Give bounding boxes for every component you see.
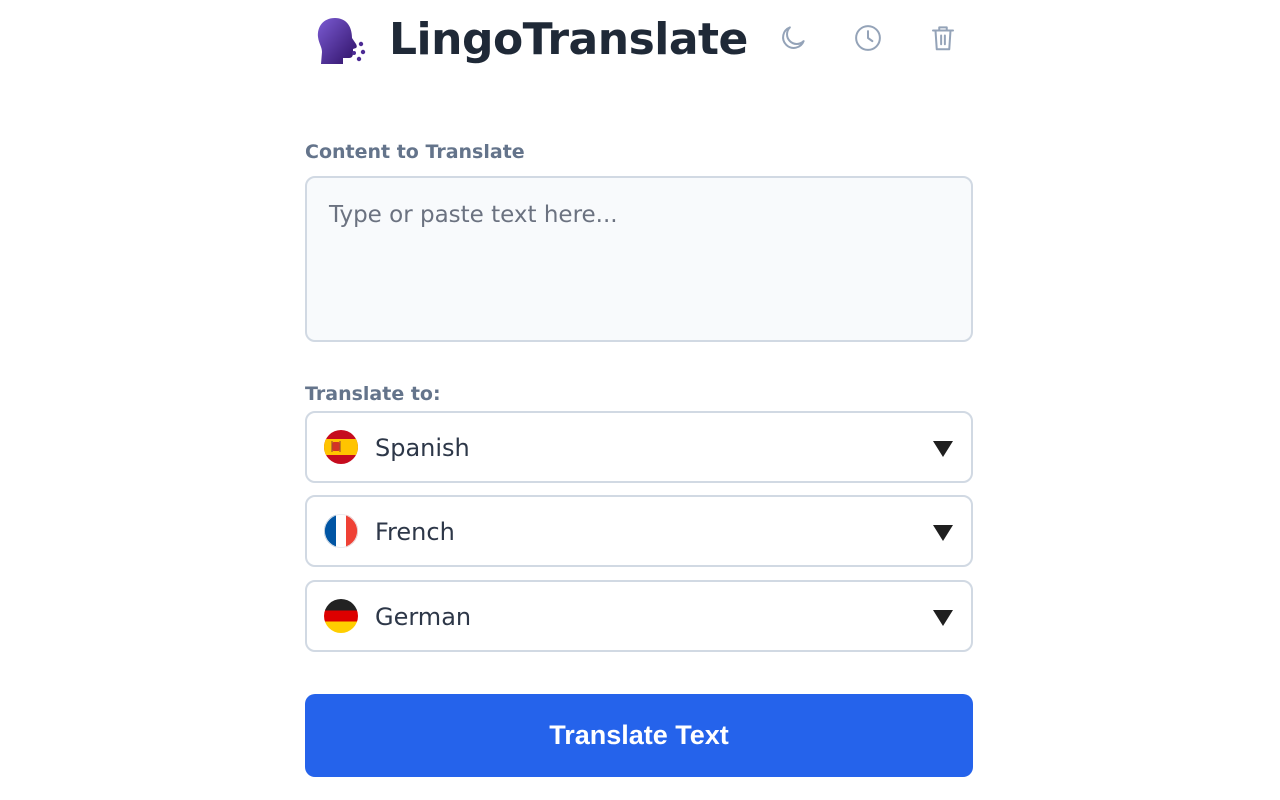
app-title: LingoTranslate: [389, 14, 748, 65]
content-textarea[interactable]: [305, 176, 973, 342]
caret-down-icon: [933, 441, 953, 457]
caret-down-icon: [933, 525, 953, 541]
translate-button[interactable]: Translate Text: [305, 694, 973, 777]
history-button[interactable]: [850, 20, 886, 56]
clock-icon: [855, 25, 881, 51]
app-header: LingoTranslate: [305, 10, 973, 70]
speaking-head-icon: [317, 18, 366, 64]
language-name: Spanish: [375, 434, 470, 462]
germany-flag-icon: [324, 599, 358, 633]
trash-icon: [932, 26, 954, 51]
caret-down-icon: [933, 610, 953, 626]
language-select-spanish[interactable]: Spanish: [305, 411, 973, 483]
dark-mode-button[interactable]: [775, 20, 811, 56]
language-select-german[interactable]: German: [305, 580, 973, 652]
moon-icon: [782, 26, 805, 49]
france-flag-icon: [324, 514, 358, 548]
language-name: French: [375, 518, 455, 546]
content-label: Content to Translate: [305, 141, 525, 163]
clear-button[interactable]: [925, 20, 961, 56]
translator-app: LingoTranslate Content to Translate Tran…: [305, 0, 973, 800]
spain-flag-icon: [324, 430, 358, 464]
target-language-label: Translate to:: [305, 383, 441, 405]
language-name: German: [375, 603, 472, 631]
language-select-french[interactable]: French: [305, 495, 973, 567]
